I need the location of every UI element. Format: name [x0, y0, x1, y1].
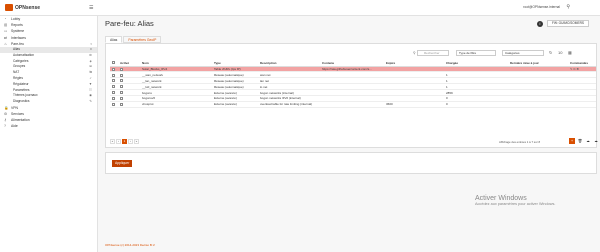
page-size-select[interactable]: 10	[558, 50, 562, 55]
user-menu[interactable]: root@OPNsense.internal	[523, 5, 560, 9]
row-checkbox[interactable]	[112, 91, 115, 95]
search-input[interactable]: ⚲ Rechercher	[413, 50, 449, 56]
pagination: « ‹ 1 › »	[110, 139, 140, 144]
opnsense-logo[interactable]: OPNsense	[5, 4, 40, 11]
apply-panel: Appliquer	[105, 152, 597, 174]
enabled-toggle[interactable]	[120, 85, 123, 89]
apply-button[interactable]: Appliquer	[112, 160, 133, 167]
top-bar: OPNsense ☰ root@OPNsense.internal ⚲	[0, 0, 600, 16]
sidebar-item-help[interactable]: ? Aide	[0, 123, 97, 129]
columns-icon[interactable]: ▦	[568, 50, 572, 55]
footer-copyright[interactable]: OPNsense (c) 2014-2023 Deciso B.V.	[105, 243, 155, 247]
page-title: Pare-feu: Alias	[105, 19, 154, 28]
delete-icon[interactable]: ✖	[576, 67, 579, 71]
tab-alias[interactable]: Alias	[105, 36, 123, 43]
enabled-toggle[interactable]	[120, 67, 123, 71]
search-icon: ⚲	[413, 51, 416, 55]
grid-toolbar: ⚲ Rechercher Type de filtre Catégories ↻ …	[106, 48, 596, 58]
pager-next[interactable]: ›	[128, 139, 133, 144]
firewall-status-badge[interactable]: FW: GUIMC/SOMERS	[547, 20, 589, 27]
grid-actions: + 🗑 ☁ ☁	[569, 138, 600, 144]
info-icon[interactable]: i	[537, 21, 543, 27]
row-checkbox[interactable]	[112, 73, 115, 77]
pager-last[interactable]: »	[134, 139, 139, 144]
logo-mark-icon	[5, 4, 13, 11]
row-checkbox[interactable]	[112, 67, 115, 71]
tab-bar: Alias Paramètres GeoIP	[105, 36, 162, 43]
refresh-icon[interactable]: ↻	[549, 50, 552, 55]
row-checkbox[interactable]	[112, 85, 115, 89]
row-checkbox[interactable]	[112, 79, 115, 83]
upload-icon[interactable]: ☁	[593, 138, 599, 144]
watermark-subtitle: Accédez aux paramètres pour activer Wind…	[475, 202, 556, 206]
delete-selected-icon[interactable]: 🗑	[577, 138, 583, 144]
pager-info: Affichage des entrées 1 à 7 sur 8	[499, 140, 540, 144]
tab-geoip-settings[interactable]: Paramètres GeoIP	[123, 36, 162, 43]
enabled-toggle[interactable]	[120, 73, 123, 77]
enabled-toggle[interactable]	[120, 97, 123, 101]
row-checkbox[interactable]	[112, 97, 115, 101]
row-checkbox[interactable]	[112, 102, 115, 106]
table-row[interactable]: virusprot Externe (avancé) overload tabl…	[110, 101, 596, 108]
sidebar: ◔ Lobby ▥ Reports ▭ Système ⇄ Interfaces ♨ Pa…	[0, 16, 98, 252]
pager-first[interactable]: «	[110, 139, 115, 144]
main-content: Pare-feu: Alias i FW: GUIMC/SOMERS Alias…	[103, 16, 600, 252]
enabled-toggle[interactable]	[120, 102, 123, 106]
enabled-toggle[interactable]	[120, 91, 123, 95]
hamburger-icon[interactable]: ☰	[89, 5, 93, 11]
watermark-title: Activer Windows	[475, 195, 527, 202]
alias-panel: ⚲ Rechercher Type de filtre Catégories ↻ …	[105, 43, 600, 148]
pager-page-1[interactable]: 1	[122, 139, 127, 144]
pager-prev[interactable]: ‹	[116, 139, 121, 144]
download-icon[interactable]: ☁	[585, 138, 591, 144]
windows-activation-watermark: Activer Windows Accédez aux paramètres p…	[475, 195, 555, 206]
alias-table: Activé Nom Type Description Contenu Expi…	[110, 60, 596, 108]
type-filter-select[interactable]: Type de filtre	[456, 50, 496, 56]
category-filter-select[interactable]: Catégories	[502, 50, 544, 56]
search-icon[interactable]: ⚲	[566, 4, 570, 10]
logo-text: OPNsense	[15, 4, 41, 11]
enabled-toggle[interactable]	[120, 79, 123, 83]
add-button[interactable]: +	[569, 138, 575, 144]
help-icon: ?	[4, 124, 6, 129]
